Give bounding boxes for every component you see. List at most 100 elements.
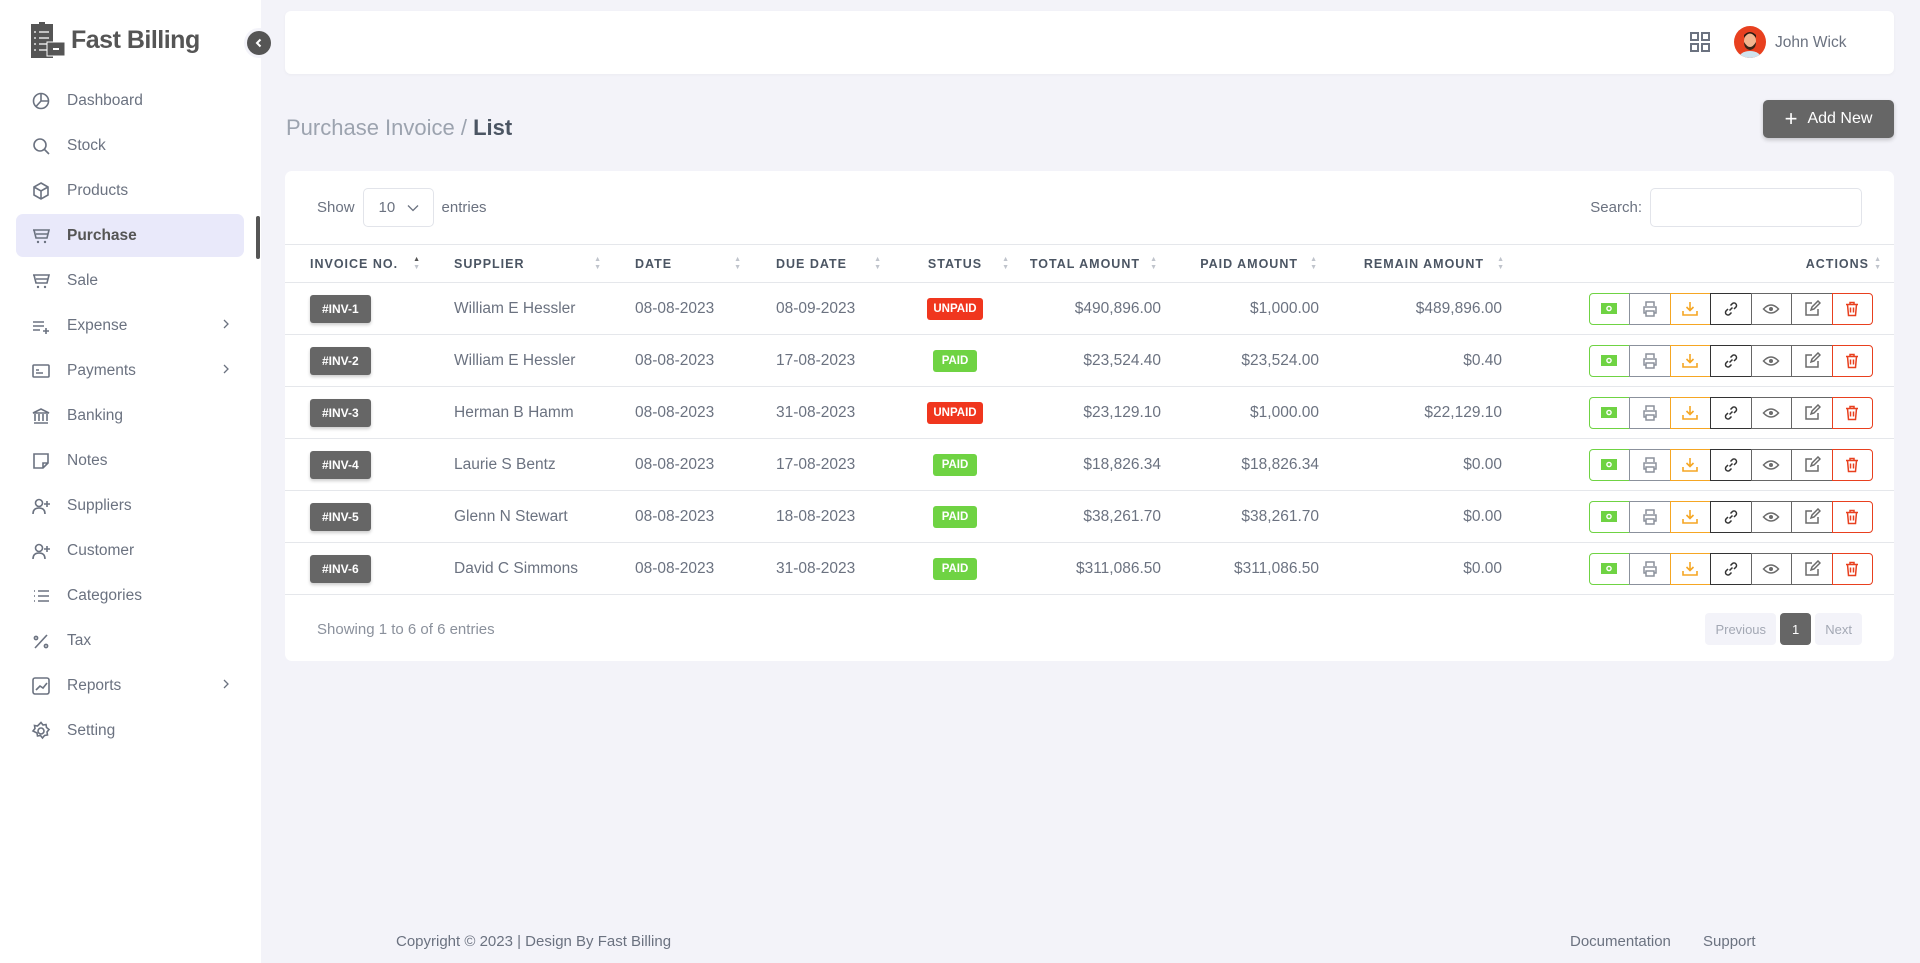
previous-page-button[interactable]: Previous: [1705, 613, 1777, 645]
column-header-actions[interactable]: ACTIONS ▲ ▼: [1520, 244, 1894, 283]
invoice-badge[interactable]: #INV-3: [310, 398, 371, 427]
sidebar-item-banking[interactable]: Banking: [16, 394, 244, 437]
sidebar-item-label: Reports: [67, 676, 122, 694]
delete-button[interactable]: [1831, 292, 1873, 325]
list-plus-icon: [31, 316, 51, 336]
delete-button[interactable]: [1831, 500, 1873, 533]
view-button[interactable]: [1750, 344, 1792, 377]
edit-button[interactable]: [1791, 552, 1833, 585]
copy-link-button[interactable]: [1710, 500, 1752, 533]
date-cell: 08-08-2023: [620, 334, 760, 387]
payment-button[interactable]: [1588, 552, 1630, 585]
edit-button[interactable]: [1791, 344, 1833, 377]
sidebar-item-products[interactable]: Products: [16, 169, 244, 212]
sidebar-item-suppliers[interactable]: Suppliers: [16, 484, 244, 527]
column-label: STATUS: [927, 256, 983, 271]
avatar[interactable]: [1734, 26, 1766, 58]
copy-link-button[interactable]: [1710, 552, 1752, 585]
view-button[interactable]: [1750, 500, 1792, 533]
payment-button[interactable]: [1588, 396, 1630, 429]
delete-button[interactable]: [1831, 552, 1873, 585]
support-link[interactable]: Support: [1703, 933, 1756, 950]
edit-button[interactable]: [1791, 396, 1833, 429]
remain-amount-cell: $489,896.00: [1340, 282, 1520, 335]
due-date-cell: 31-08-2023: [760, 542, 900, 595]
print-button[interactable]: [1629, 448, 1671, 481]
download-button[interactable]: [1669, 292, 1711, 325]
sidebar-item-notes[interactable]: Notes: [16, 439, 244, 482]
view-button[interactable]: [1750, 448, 1792, 481]
download-button[interactable]: [1669, 396, 1711, 429]
view-button[interactable]: [1750, 396, 1792, 429]
sidebar-item-categories[interactable]: Categories: [16, 574, 244, 617]
copy-link-button[interactable]: [1710, 344, 1752, 377]
column-header-supplier[interactable]: SUPPLIER ▲ ▼: [430, 244, 620, 283]
apps-grid-icon[interactable]: [1690, 32, 1710, 52]
add-new-button[interactable]: + Add New: [1763, 100, 1894, 138]
column-header-total-amount[interactable]: TOTAL AMOUNT ▲ ▼: [1010, 244, 1180, 283]
payment-button[interactable]: [1588, 500, 1630, 533]
view-button[interactable]: [1750, 552, 1792, 585]
documentation-link[interactable]: Documentation: [1570, 933, 1671, 950]
column-header-date[interactable]: DATE ▲ ▼: [620, 244, 760, 283]
entries-select[interactable]: 10: [362, 188, 434, 227]
collapse-sidebar-button[interactable]: [244, 28, 274, 58]
print-button[interactable]: [1629, 552, 1671, 585]
total-amount-cell: $311,086.50: [1010, 542, 1180, 595]
download-button[interactable]: [1669, 552, 1711, 585]
delete-button[interactable]: [1831, 396, 1873, 429]
payment-button[interactable]: [1588, 292, 1630, 325]
delete-button[interactable]: [1831, 344, 1873, 377]
sidebar-item-reports[interactable]: Reports: [16, 664, 244, 707]
download-button[interactable]: [1669, 448, 1711, 481]
sidebar-item-tax[interactable]: Tax: [16, 619, 244, 662]
status-cell: PAID: [900, 334, 1010, 387]
column-header-invoice-no[interactable]: INVOICE NO. ▲ ▼: [285, 244, 430, 283]
paid-amount-cell: $1,000.00: [1180, 386, 1340, 439]
view-button[interactable]: [1750, 292, 1792, 325]
invoice-badge[interactable]: #INV-4: [310, 450, 371, 479]
trash-icon: [1846, 405, 1859, 420]
copy-link-button[interactable]: [1710, 396, 1752, 429]
print-button[interactable]: [1629, 344, 1671, 377]
column-header-status[interactable]: STATUS ▲ ▼: [900, 244, 1010, 283]
eye-icon: [1762, 355, 1780, 366]
sidebar-item-sale[interactable]: Sale: [16, 259, 244, 302]
sidebar-item-payments[interactable]: Payments: [16, 349, 244, 392]
print-button[interactable]: [1629, 396, 1671, 429]
payment-button[interactable]: [1588, 448, 1630, 481]
copy-link-button[interactable]: [1710, 292, 1752, 325]
invoice-badge[interactable]: #INV-5: [310, 502, 371, 531]
logo[interactable]: Fast Billing: [31, 22, 200, 58]
sidebar-item-dashboard[interactable]: Dashboard: [16, 79, 244, 122]
status-badge: UNPAID: [927, 401, 983, 424]
sidebar-item-customer[interactable]: Customer: [16, 529, 244, 572]
column-header-paid-amount[interactable]: PAID AMOUNT ▲ ▼: [1180, 244, 1340, 283]
download-button[interactable]: [1669, 344, 1711, 377]
edit-button[interactable]: [1791, 448, 1833, 481]
payment-button[interactable]: [1588, 344, 1630, 377]
sidebar-item-setting[interactable]: Setting: [16, 709, 244, 752]
column-header-remain-amount[interactable]: REMAIN AMOUNT ▲ ▼: [1340, 244, 1520, 283]
search-input[interactable]: [1650, 188, 1862, 227]
page-1-button[interactable]: 1: [1780, 613, 1812, 645]
supplier-cell: Glenn N Stewart: [430, 490, 620, 543]
scrollbar[interactable]: [256, 216, 260, 259]
column-header-due-date[interactable]: DUE DATE ▲ ▼: [760, 244, 900, 283]
invoice-badge[interactable]: #INV-6: [310, 554, 371, 583]
print-button[interactable]: [1629, 500, 1671, 533]
user-name[interactable]: John Wick: [1775, 34, 1847, 52]
sidebar-item-purchase[interactable]: Purchase: [16, 214, 244, 257]
invoice-badge[interactable]: #INV-2: [310, 346, 371, 375]
copy-link-button[interactable]: [1710, 448, 1752, 481]
next-page-button[interactable]: Next: [1815, 613, 1862, 645]
sidebar-item-stock[interactable]: Stock: [16, 124, 244, 167]
print-button[interactable]: [1629, 292, 1671, 325]
delete-button[interactable]: [1831, 448, 1873, 481]
edit-button[interactable]: [1791, 292, 1833, 325]
download-button[interactable]: [1669, 500, 1711, 533]
sidebar-item-expense[interactable]: Expense: [16, 304, 244, 347]
edit-button[interactable]: [1791, 500, 1833, 533]
invoice-badge[interactable]: #INV-1: [310, 294, 371, 323]
breadcrumb-parent[interactable]: Purchase Invoice /: [286, 115, 473, 140]
